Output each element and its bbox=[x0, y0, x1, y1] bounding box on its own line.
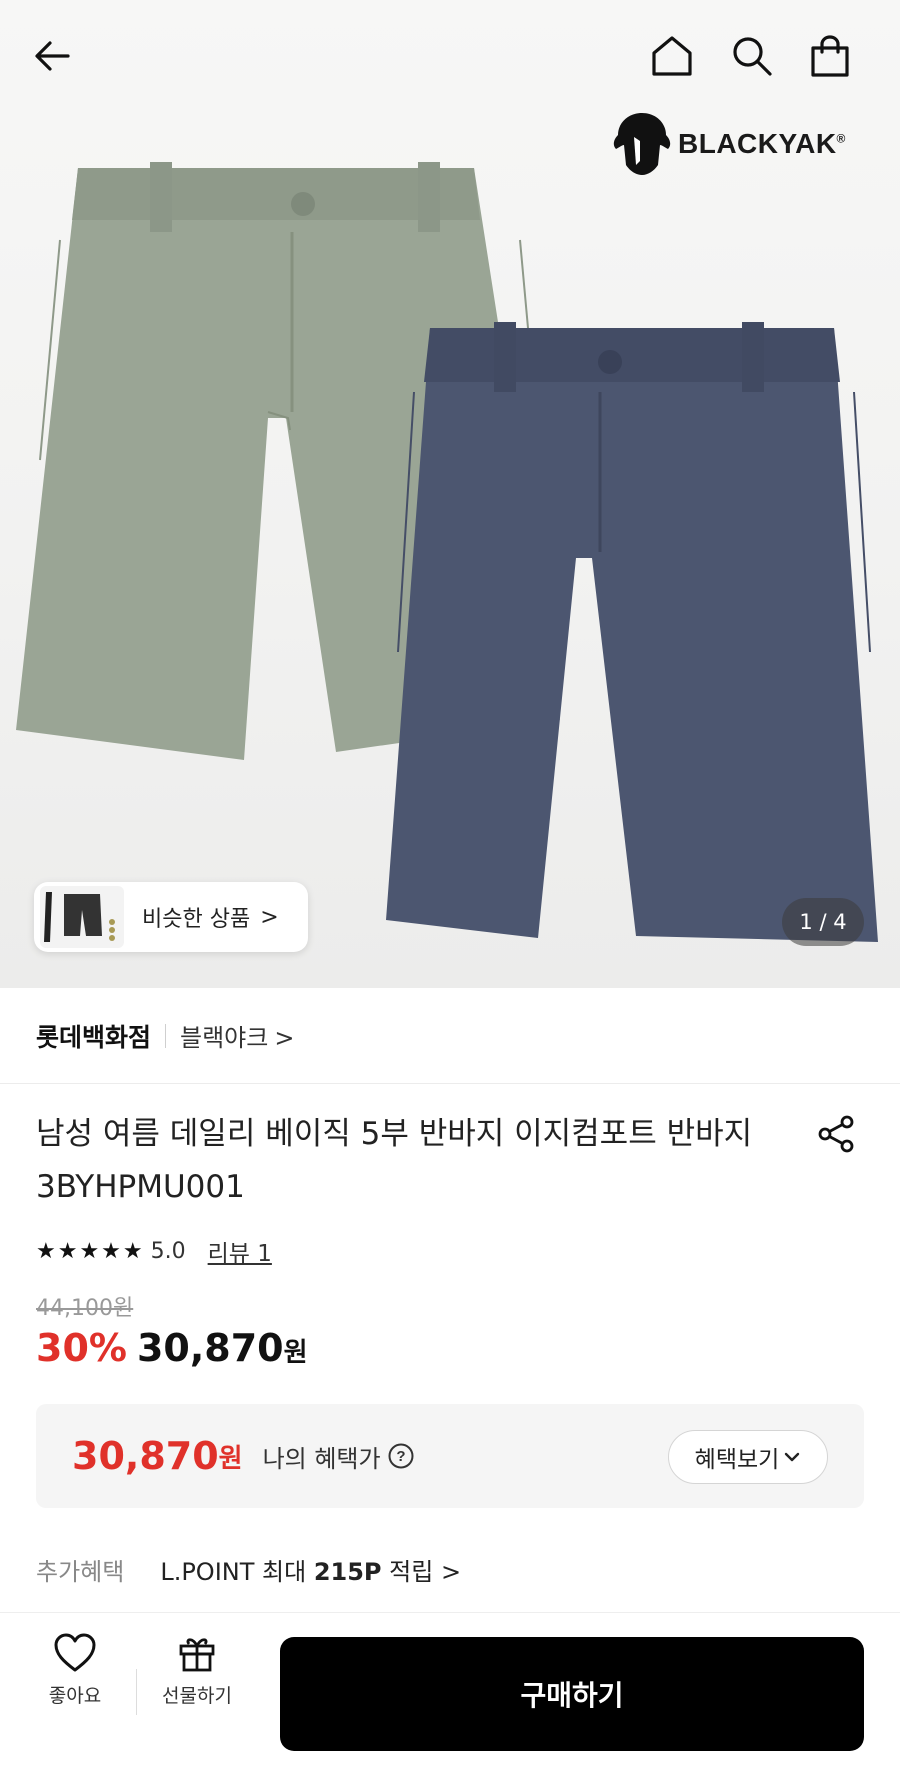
view-benefits-button[interactable]: 혜택보기 bbox=[668, 1430, 828, 1484]
cart-button[interactable] bbox=[800, 26, 860, 86]
rating-row: ★★★★★ 5.0 리뷰 1 bbox=[36, 1232, 272, 1270]
benefit-label: 나의 혜택가 bbox=[262, 1444, 381, 1473]
rating-stars: ★★★★★ bbox=[36, 1238, 145, 1264]
home-button[interactable] bbox=[642, 26, 702, 86]
sale-price: 30,870 bbox=[136, 1326, 284, 1370]
my-benefit-price-box: 30,870 원 나의 혜택가 ? 혜택보기 bbox=[36, 1404, 864, 1508]
arrow-left-icon bbox=[35, 41, 70, 71]
heart-icon bbox=[54, 1633, 96, 1672]
brand-logo-text: BLACKYAK bbox=[678, 128, 837, 159]
extra-benefit-label: 추가혜택 bbox=[36, 1558, 125, 1586]
buy-button[interactable]: 구매하기 bbox=[280, 1637, 864, 1751]
store-divider bbox=[165, 1023, 167, 1048]
svg-text:?: ? bbox=[396, 1448, 405, 1465]
chevron-right-icon: > bbox=[440, 1558, 462, 1586]
benefit-price: 30,870 bbox=[72, 1434, 219, 1478]
product-image-navy-shorts bbox=[386, 322, 878, 942]
price-row: 30% 30,870 원 bbox=[36, 1326, 308, 1370]
image-page-counter: 1 / 4 bbox=[782, 898, 864, 946]
share-icon bbox=[818, 1115, 854, 1153]
product-image-gallery[interactable]: BLACKYAK® 비슷한 상품 > 1 / 4 bbox=[0, 0, 900, 988]
like-button[interactable]: 좋아요 bbox=[30, 1633, 120, 1708]
share-button[interactable] bbox=[806, 1108, 866, 1160]
search-button[interactable] bbox=[722, 26, 782, 86]
brand-link-label: 블랙야크 bbox=[180, 1024, 269, 1052]
product-title-area: 남성 여름 데일리 베이직 5부 반바지 이지컴포트 반바지 3BYHPMU00… bbox=[36, 1108, 776, 1214]
like-label: 좋아요 bbox=[48, 1685, 102, 1707]
original-price: 44,100원 bbox=[36, 1296, 134, 1321]
home-icon bbox=[652, 36, 692, 76]
discount-rate: 30% bbox=[36, 1326, 127, 1370]
product-title: 남성 여름 데일리 베이직 5부 반바지 이지컴포트 반바지 3BYHPMU00… bbox=[36, 1116, 753, 1205]
brand-link[interactable]: 블랙야크 > bbox=[180, 1018, 294, 1053]
extra-benefit-row[interactable]: 추가혜택 L.POINT 최대 215P 적립 > bbox=[36, 1552, 461, 1587]
brand-logo: BLACKYAK® bbox=[612, 108, 880, 180]
similar-products-thumbnail bbox=[40, 886, 124, 948]
top-app-bar bbox=[0, 0, 900, 110]
sale-price-unit: 원 bbox=[283, 1338, 308, 1368]
question-circle-icon[interactable]: ? bbox=[387, 1442, 415, 1470]
bottom-action-bar: 좋아요 선물하기 구매하기 bbox=[0, 1612, 900, 1775]
extra-benefit-text: L.POINT 최대 215P 적립 > bbox=[160, 1552, 461, 1587]
lpoint-suffix: 적립 bbox=[389, 1558, 434, 1586]
lpoint-prefix: L.POINT 최대 bbox=[160, 1558, 307, 1586]
search-icon bbox=[733, 37, 772, 76]
gift-button[interactable]: 선물하기 bbox=[152, 1633, 242, 1708]
gift-label: 선물하기 bbox=[162, 1685, 232, 1707]
store-row: 롯데백화점 블랙야크 > bbox=[0, 988, 900, 1084]
similar-products-button[interactable]: 비슷한 상품 > bbox=[34, 882, 308, 952]
back-button[interactable] bbox=[22, 26, 82, 86]
review-link[interactable]: 리뷰 1 bbox=[208, 1234, 272, 1268]
lpoint-amount: 215P bbox=[313, 1558, 382, 1586]
shopping-bag-icon bbox=[811, 35, 849, 77]
rating-value: 5.0 bbox=[150, 1238, 186, 1264]
similar-products-label: 비슷한 상품 bbox=[142, 907, 251, 932]
chevron-right-icon: > bbox=[260, 904, 279, 930]
store-name[interactable]: 롯데백화점 bbox=[36, 1018, 151, 1054]
yak-logo-icon bbox=[613, 113, 671, 175]
chevron-down-icon bbox=[785, 1452, 800, 1462]
registered-mark: ® bbox=[836, 131, 846, 146]
benefit-price-unit: 원 bbox=[218, 1443, 243, 1474]
view-benefits-label: 혜택보기 bbox=[694, 1447, 780, 1473]
bottom-divider bbox=[136, 1669, 137, 1715]
chevron-right-icon: > bbox=[274, 1024, 295, 1052]
gift-icon bbox=[179, 1638, 215, 1672]
